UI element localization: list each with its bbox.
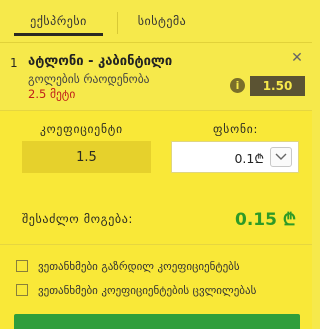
chevron-down-icon <box>275 153 287 160</box>
tab-divider <box>117 12 118 34</box>
tab-system[interactable]: სისტემა <box>117 0 207 42</box>
bet-event-title: ატლონი - კაბინტილი <box>28 54 173 69</box>
bet-type-tabs: ექსპრესი სისტემა <box>0 0 312 42</box>
place-bet-button[interactable] <box>14 314 300 329</box>
checkbox-label: ვეთანხმები კოეფიციენტების ცვლილებას <box>38 283 257 297</box>
odds-label: კოეფიციენტი <box>40 122 123 136</box>
accept-odds-change-option[interactable]: ვეთანხმები კოეფიციენტების ცვლილებას <box>16 283 256 297</box>
possible-win-value: 0.15 ₾ <box>235 210 296 230</box>
stake-label: ფსონი: <box>213 122 259 136</box>
total-odds-value: 1.5 <box>76 149 97 165</box>
odds-badge: 1.50 <box>250 76 305 96</box>
checkbox[interactable] <box>16 284 28 296</box>
tab-express[interactable]: ექსპრესი <box>0 0 117 42</box>
tabs-underline <box>0 42 312 43</box>
bet-market: გოლების რაოდენობა <box>28 72 150 86</box>
total-odds-field: 1.5 <box>22 141 151 173</box>
bet-selection: 2.5 მეტი <box>28 87 76 101</box>
possible-win-label: შესაძლო მოგება: <box>22 212 134 226</box>
checkbox-label: ვეთანხმები გაზრდილ კოეფიციენტებს <box>38 259 240 273</box>
divider <box>0 244 312 245</box>
tab-system-label: სისტემა <box>137 14 187 28</box>
tab-express-label: ექსპრესი <box>30 14 87 28</box>
info-icon[interactable]: i <box>230 78 245 93</box>
bet-slip-item: 1 ატლონი - კაბინტილი გოლების რაოდენობა 2… <box>0 45 312 109</box>
stake-input-value: 0.1₾ <box>234 151 264 166</box>
stake-dropdown-button[interactable] <box>270 147 292 167</box>
checkbox[interactable] <box>16 260 28 272</box>
stake-input[interactable]: 0.1₾ <box>171 141 299 173</box>
close-icon[interactable]: ✕ <box>290 51 304 65</box>
bet-index: 1 <box>10 56 18 70</box>
accept-increased-odds-option[interactable]: ვეთანხმები გაზრდილ კოეფიციენტებს <box>16 259 240 273</box>
